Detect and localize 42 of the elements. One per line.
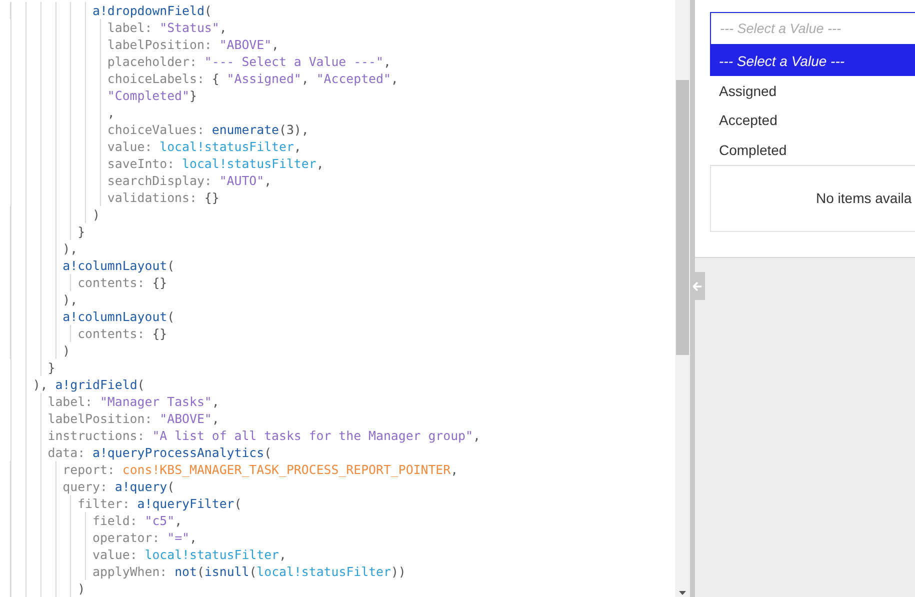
code-line: report: cons!KBS_MANAGER_TASK_PROCESS_REPORT_POINTER,	[62, 462, 458, 477]
code-line: ),	[62, 241, 78, 256]
dropdown-option[interactable]: --- Select a Value ---	[710, 45, 915, 76]
code-line: query: a!query(	[62, 479, 175, 494]
code-line: labelPosition: "ABOVE",	[48, 411, 220, 426]
code-line: label: "Status",	[107, 20, 227, 35]
code-line: "Completed"}	[107, 88, 197, 103]
code-line: }	[78, 224, 86, 239]
scrollbar-thumb[interactable]	[676, 80, 689, 355]
code-line: filter: a!queryFilter(	[78, 496, 242, 511]
code-line: saveInto: local!statusFilter,	[107, 156, 324, 171]
scrollbar[interactable]	[675, 0, 690, 597]
grid-empty-state: No items availa	[710, 166, 915, 232]
code-line: data: a!queryProcessAnalytics(	[48, 445, 272, 460]
code-line: searchDisplay: "AUTO",	[107, 173, 272, 188]
code-line: )	[78, 581, 86, 596]
collapse-handle[interactable]	[690, 272, 705, 300]
code-line: )	[62, 343, 70, 358]
code-line: choiceValues: enumerate(3),	[107, 122, 309, 137]
code-line: applyWhen: not(isnull(local!statusFilter))	[92, 564, 406, 579]
code-line: placeholder: "--- Select a Value ---",	[107, 54, 391, 69]
code-line: value: local!statusFilter,	[92, 547, 286, 562]
code-line: choiceLabels: { "Assigned", "Accepted",	[107, 71, 398, 86]
code-line: a!columnLayout(	[62, 309, 175, 324]
left-arrow-icon	[693, 282, 702, 290]
code-line: a!dropdownField(	[92, 3, 212, 18]
code-line: validations: {}	[107, 190, 220, 205]
code-line: labelPosition: "ABOVE",	[107, 37, 280, 52]
code-line: ,	[107, 105, 115, 120]
code-line: )	[92, 207, 100, 222]
code-line: operator: "=",	[92, 530, 197, 545]
code-line: ),	[62, 292, 78, 307]
code-line: a!columnLayout(	[62, 258, 175, 273]
code-line: instructions: "A list of all tasks for the Manager group",	[48, 428, 480, 443]
code-line: contents: {}	[78, 326, 168, 341]
code-line: label: "Manager Tasks",	[48, 394, 220, 409]
scroll-down-arrow-icon[interactable]	[679, 591, 686, 595]
code-line: field: "c5",	[92, 513, 182, 528]
code-line: contents: {}	[78, 275, 168, 290]
code-line: }	[48, 360, 56, 375]
code-line: ), a!gridField(	[32, 377, 145, 392]
code-line: value: local!statusFilter,	[107, 139, 302, 154]
